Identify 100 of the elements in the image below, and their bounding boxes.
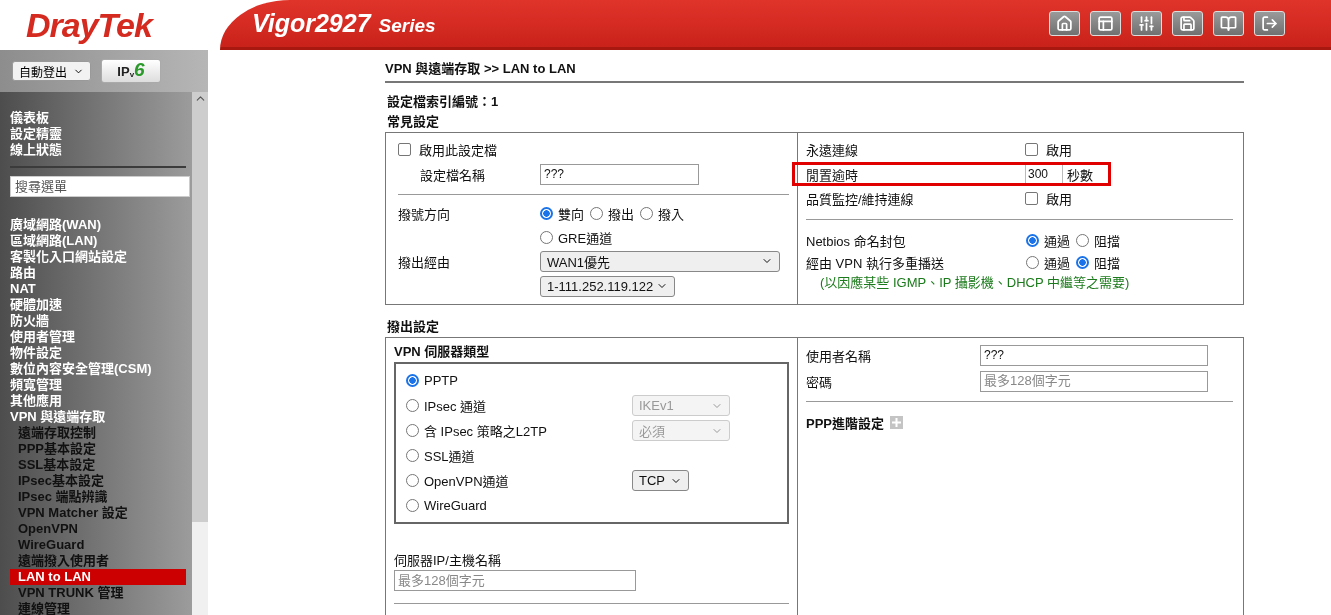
radio[interactable]: [590, 207, 603, 220]
submenu-item[interactable]: VPN Matcher 設定: [10, 505, 186, 521]
book-button[interactable]: [1213, 11, 1244, 36]
menu-item[interactable]: 硬體加速: [10, 297, 186, 313]
menu-item[interactable]: 其他應用: [10, 393, 186, 409]
note-text: (以因應某些 IGMP、IP 攝影機、DHCP 中繼等之需要): [819, 274, 1131, 292]
logout-button[interactable]: [1254, 11, 1285, 36]
ipv6-button[interactable]: IPv6: [101, 59, 161, 83]
radio-option[interactable]: 通過: [1026, 252, 1070, 272]
radio-checked[interactable]: [1076, 255, 1089, 269]
section-title: 常見設定: [386, 113, 440, 131]
timeout-field[interactable]: 300: [1025, 164, 1063, 184]
menu-item[interactable]: 數位內容安全管理(CSM): [10, 361, 186, 377]
field-label: 閒置逾時: [806, 166, 859, 184]
menu-item[interactable]: 廣域網路(WAN): [10, 217, 186, 233]
scrollbar[interactable]: [192, 92, 208, 615]
book-icon: [1220, 15, 1237, 32]
menu-item[interactable]: 區域網路(LAN): [10, 233, 186, 249]
radio-checked[interactable]: [1026, 233, 1039, 247]
profile-name-field[interactable]: ???: [540, 163, 699, 185]
menu-item[interactable]: 路由: [10, 265, 186, 281]
server-host-field[interactable]: 最多128個字元: [394, 570, 636, 591]
unit-label: 秒數: [1067, 166, 1093, 184]
radio-option[interactable]: SSL通道: [406, 446, 632, 465]
field-label: 設定檔名稱: [419, 166, 486, 184]
menu-item[interactable]: NAT: [10, 281, 186, 297]
password-field[interactable]: 最多128個字元: [980, 370, 1208, 392]
field-label: 密碼: [806, 373, 833, 391]
save-button[interactable]: [1172, 11, 1203, 36]
radio[interactable]: [406, 499, 419, 512]
menu-item[interactable]: 使用者管理: [10, 329, 186, 345]
breadcrumb: VPN 與遠端存取 >> LAN to LAN: [385, 60, 577, 75]
field-label: 品質監控/維持連線: [806, 191, 915, 208]
ip-select[interactable]: 1-111.252.119.122: [540, 275, 675, 297]
radio-option[interactable]: 通過: [1026, 230, 1070, 250]
layout-button[interactable]: [1090, 11, 1121, 36]
radio-option[interactable]: WireGuard: [406, 498, 632, 513]
radio[interactable]: [406, 449, 419, 462]
menu-item[interactable]: 物件設定: [10, 345, 186, 361]
radio-option[interactable]: IPsec 通道: [406, 396, 632, 415]
radio[interactable]: [640, 207, 654, 220]
radio-option[interactable]: OpenVPN通道: [406, 471, 632, 490]
option-select[interactable]: TCP: [632, 470, 689, 491]
sliders-icon: [1138, 15, 1155, 32]
checkbox-option[interactable]: 啟用此設定檔: [398, 139, 497, 159]
logout-icon: [1261, 15, 1278, 32]
series-label: Series: [378, 14, 436, 37]
field-label: Netbios 命名封包: [806, 232, 907, 250]
radio[interactable]: [406, 424, 419, 437]
radio-option[interactable]: PPTP: [406, 373, 632, 388]
radio-option[interactable]: 撥出: [590, 204, 635, 223]
submenu-item[interactable]: LAN to LAN: [10, 569, 186, 585]
logout-select[interactable]: 自動登出: [12, 61, 91, 81]
submenu-item[interactable]: VPN TRUNK 管理: [10, 585, 186, 601]
radio[interactable]: [1076, 233, 1089, 247]
radio[interactable]: [540, 230, 553, 244]
field-label: 經由 VPN 執行多重播送: [806, 254, 945, 272]
radio-option[interactable]: 雙向: [540, 204, 584, 223]
field-label: 永遠連線: [806, 142, 859, 159]
radio[interactable]: [1026, 255, 1039, 269]
radio-checked[interactable]: [406, 374, 419, 387]
group-title: VPN 伺服器類型: [394, 344, 490, 359]
section-title: 撥出設定: [386, 318, 440, 336]
checkbox[interactable]: [1025, 143, 1038, 156]
menu-item[interactable]: 線上狀態: [10, 142, 186, 158]
field-label: 撥號方向: [398, 206, 451, 223]
section-title: PPP進階設定: [806, 414, 884, 432]
menu-item[interactable]: VPN 與遠端存取: [10, 409, 186, 425]
radio[interactable]: [406, 399, 419, 412]
menu-item[interactable]: 客製化入口網站設定: [10, 249, 186, 265]
radio[interactable]: [406, 474, 419, 487]
checkbox[interactable]: [1025, 192, 1038, 205]
menu-item[interactable]: 防火牆: [10, 313, 186, 329]
menu-item[interactable]: 儀表板: [10, 110, 186, 126]
checkbox-option[interactable]: 啟用: [1025, 189, 1072, 208]
save-icon: [1179, 15, 1196, 32]
radio-option[interactable]: GRE通道: [540, 227, 613, 247]
home-icon: [1056, 15, 1073, 32]
radio-option[interactable]: 含 IPsec 策略之L2TP: [406, 421, 632, 440]
wan-select[interactable]: WAN1優先: [540, 250, 780, 272]
field-label: 撥出經由: [398, 253, 451, 271]
username-field[interactable]: ???: [980, 344, 1208, 366]
model-name: Vigor2927: [252, 9, 371, 38]
profile-index: 設定檔索引編號：1: [386, 93, 500, 111]
field-label: 使用者名稱: [806, 347, 872, 365]
radio-option[interactable]: 阻擋: [1076, 230, 1121, 250]
field-label: 伺服器IP/主機名稱: [394, 551, 502, 569]
radio-option[interactable]: 阻擋: [1076, 252, 1121, 272]
submenu-item[interactable]: IPsec基本設定: [10, 473, 186, 489]
submenu-item[interactable]: IPsec 端點辨識: [10, 489, 186, 505]
checkbox-option[interactable]: 啟用: [1025, 140, 1072, 159]
radio-checked[interactable]: [540, 207, 553, 220]
menu-item[interactable]: 設定精靈: [10, 126, 186, 142]
home-button[interactable]: [1049, 11, 1080, 36]
menu-search-field[interactable]: 搜尋選單: [10, 176, 190, 197]
menu-item[interactable]: 頻寬管理: [10, 377, 186, 393]
brand-logo: DrayTek: [26, 5, 152, 45]
sliders-button[interactable]: [1131, 11, 1162, 36]
radio-option[interactable]: 撥入: [640, 204, 685, 223]
checkbox[interactable]: [398, 142, 411, 156]
